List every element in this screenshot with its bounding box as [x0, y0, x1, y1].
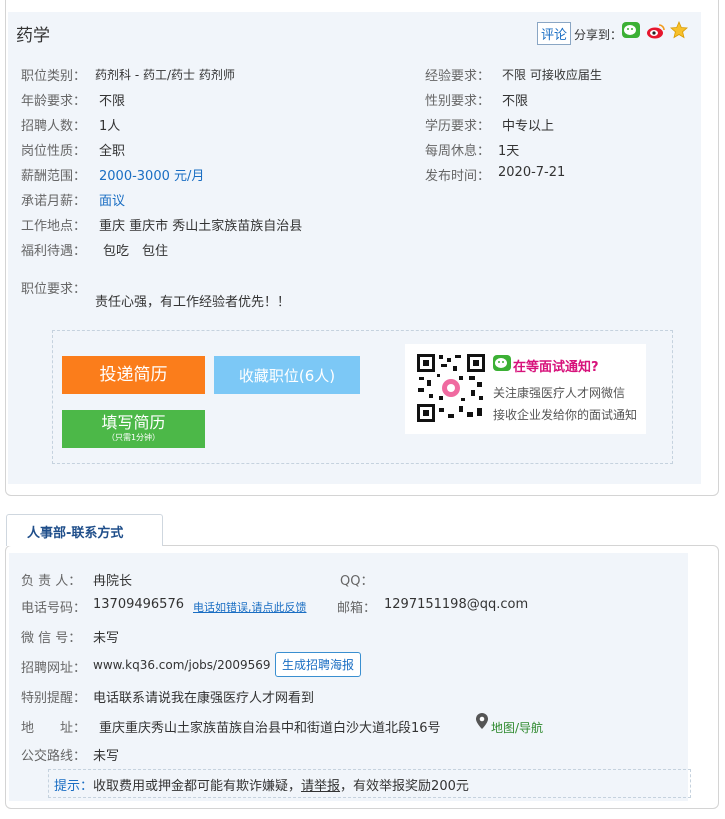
field-value-type: 全职	[99, 144, 126, 159]
map-link[interactable]: 地图/导航	[491, 719, 543, 736]
contact-tab-label: 人事部-联系方式	[27, 526, 124, 541]
tip-label: 提示：	[54, 779, 94, 794]
fill-resume-button[interactable]: 填写简历 （只需1分钟）	[62, 410, 205, 448]
requirement-label: 职位要求：	[21, 282, 87, 297]
apply-button[interactable]: 投递简历	[62, 356, 205, 394]
fill-resume-label: 填写简历	[101, 413, 166, 432]
url-label: 招聘网址：	[21, 661, 87, 676]
requirement-text: 责任心强，有工作经验者优先！！	[95, 295, 291, 310]
qr-code-icon	[415, 352, 487, 424]
tip-line: 提示：收取费用或押金都可能有欺诈嫌疑，请举报，有效举报奖励200元	[54, 775, 469, 794]
wechat-share-icon[interactable]	[622, 22, 640, 38]
address-value: 重庆重庆秀山土家族苗族自治县中和街道白沙大道北段16号	[99, 721, 441, 736]
wechat-promo-line1: 关注康强医疗人才网微信	[493, 386, 626, 400]
field-label-experience: 经验要求：	[425, 69, 491, 84]
phone-value: 13709496576	[93, 597, 184, 612]
field-value-location: 重庆 重庆市 秀山土家族苗族自治县	[99, 219, 303, 234]
field-value-age: 不限	[99, 94, 126, 109]
field-value-gender: 不限	[502, 94, 529, 109]
remind-value: 电话联系请说我在康强医疗人才网看到	[93, 691, 315, 706]
field-value-rest: 1天	[498, 144, 520, 159]
field-value-education: 中专以上	[502, 119, 555, 134]
field-value-date: 2020-7-21	[498, 165, 566, 180]
field-value-category: 药剂科 - 药工/药士 药剂师	[95, 68, 235, 82]
field-value-benefits: 包吃 包住	[103, 244, 169, 259]
map-pin-icon[interactable]	[475, 712, 489, 730]
wechat-promo-line2: 接收企业发给你的面试通知	[493, 408, 638, 422]
phone-label: 电话号码：	[21, 601, 87, 616]
url-value: www.kq36.com/jobs/2009569	[93, 658, 271, 672]
field-label-education: 学历要求：	[425, 119, 491, 134]
favorite-job-button[interactable]: 收藏职位(6人)	[214, 356, 360, 394]
field-label-category: 职位类别：	[21, 69, 87, 84]
wechat-promo-title: 在等面试通知?	[513, 360, 599, 375]
field-label-benefits: 福利待遇：	[21, 244, 87, 259]
field-value-salary: 2000-3000 元/月	[99, 169, 205, 184]
fill-resume-sub: （只需1分钟）	[106, 433, 161, 442]
job-title: 药学	[16, 26, 50, 46]
tip-text-b: ，有效举报奖励200元	[340, 779, 469, 794]
field-label-location: 工作地点：	[21, 219, 87, 234]
poster-button[interactable]: 生成招聘海报	[275, 652, 362, 677]
bus-value: 未写	[93, 749, 120, 764]
comment-button[interactable]: 评论	[537, 22, 572, 45]
contact-tab[interactable]: 人事部-联系方式	[6, 514, 163, 546]
wechat-icon	[493, 355, 511, 371]
field-value-count: 1人	[99, 119, 121, 134]
field-label-monthly: 承诺月薪：	[21, 194, 87, 209]
field-value-experience: 不限 可接收应届生	[502, 68, 602, 82]
field-label-date: 发布时间：	[425, 169, 491, 184]
share-label: 分享到：	[574, 28, 623, 42]
field-label-salary: 薪酬范围：	[21, 169, 87, 184]
field-label-count: 招聘人数：	[21, 119, 87, 134]
favorite-star-icon[interactable]	[670, 20, 688, 39]
address-label: 地 址：	[21, 721, 87, 736]
field-label-type: 岗位性质：	[21, 144, 87, 159]
qq-label: QQ：	[340, 574, 374, 589]
field-label-rest: 每周休息：	[425, 144, 491, 159]
person-label: 负 责 人：	[21, 574, 82, 589]
weibo-share-icon[interactable]	[646, 22, 666, 40]
phone-feedback-link[interactable]: 电话如错误,请点此反馈	[193, 599, 307, 615]
email-label: 邮箱：	[337, 601, 377, 616]
field-value-monthly: 面议	[99, 194, 126, 209]
tip-text-a: 收取费用或押金都可能有欺诈嫌疑，	[93, 779, 302, 794]
field-label-age: 年龄要求：	[21, 94, 87, 109]
person-value: 冉院长	[93, 574, 133, 589]
field-label-gender: 性别要求：	[425, 94, 491, 109]
email-value: 1297151198@qq.com	[384, 597, 529, 612]
remind-label: 特别提醒：	[21, 691, 87, 706]
wechat-id-label: 微 信 号：	[21, 631, 82, 646]
wechat-id-value: 未写	[93, 631, 120, 646]
report-link[interactable]: 请举报	[301, 779, 340, 794]
bus-label: 公交路线：	[21, 749, 87, 764]
